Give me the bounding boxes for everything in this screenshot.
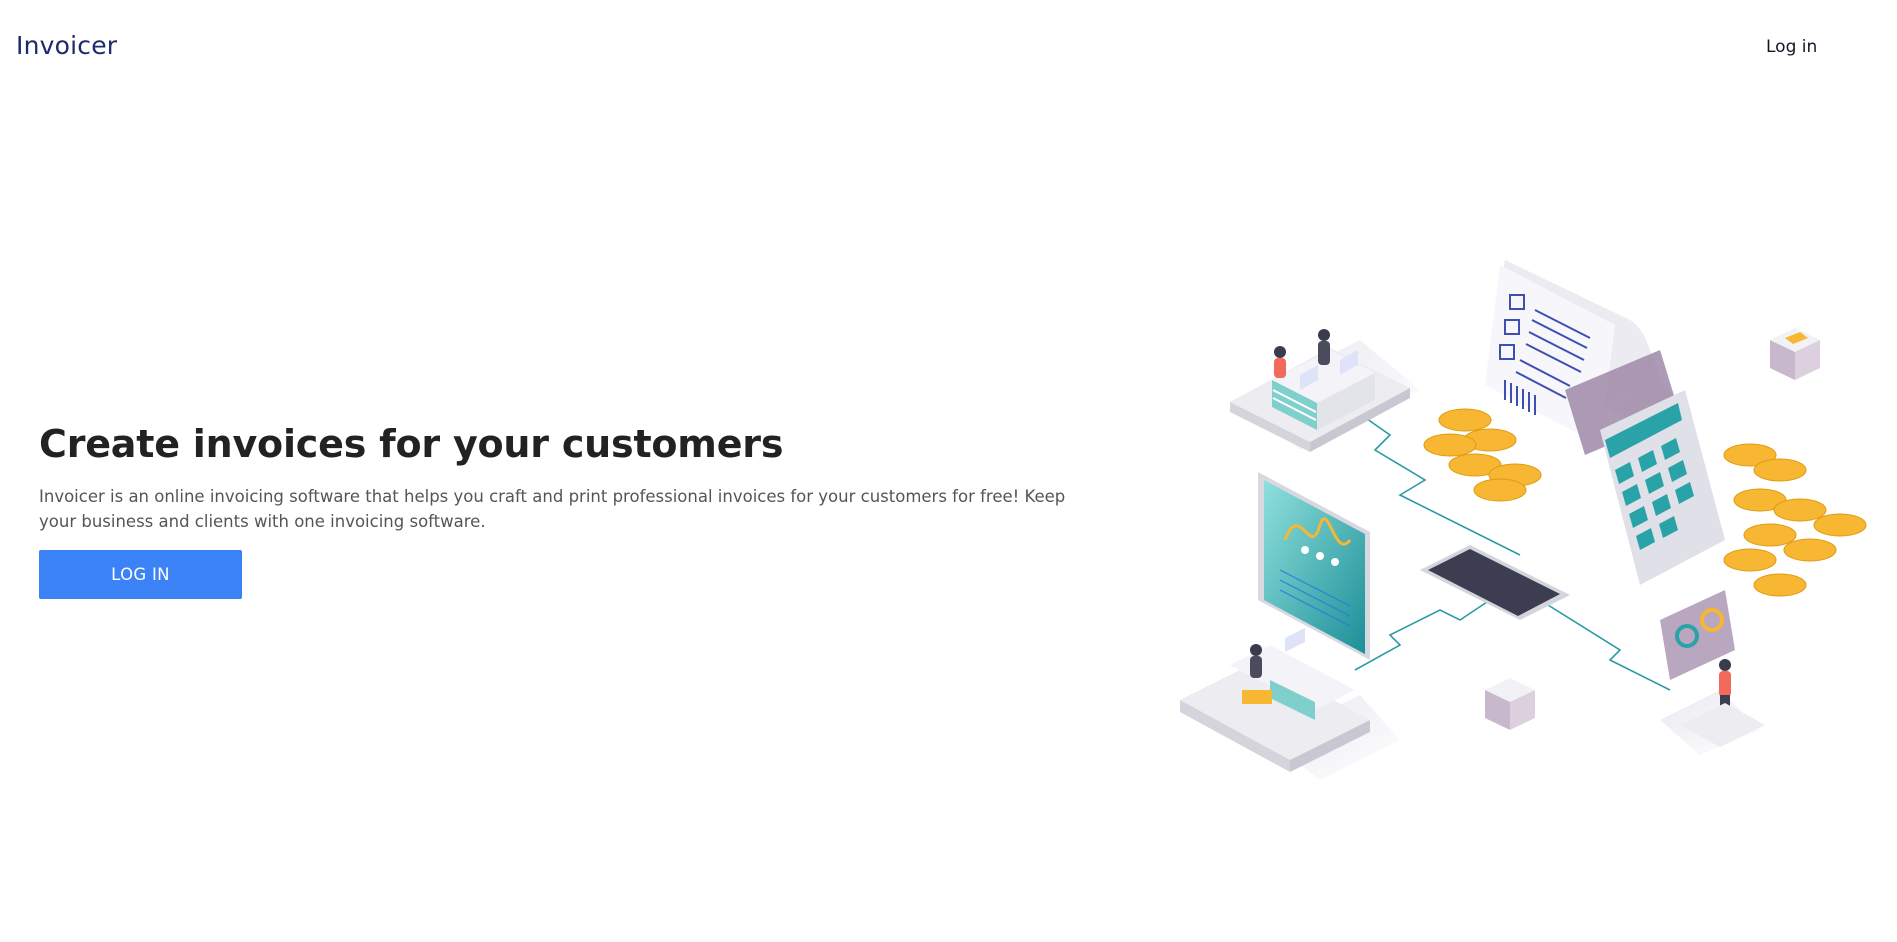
top-navbar: Invoicer Log in [0, 0, 1897, 96]
landing-page: Invoicer Log in Create invoices for your… [0, 0, 1897, 942]
invoicing-illustration: odoo [1180, 260, 1867, 780]
nav-login-link[interactable]: Log in [1766, 37, 1817, 57]
hero-title: Create invoices for your customers [39, 422, 784, 466]
analytics-monitor [1258, 472, 1370, 660]
keyboard [1420, 545, 1570, 620]
brand-logo[interactable]: Invoicer [16, 31, 117, 60]
hero-description: Invoicer is an online invoicing software… [39, 487, 1066, 531]
login-button[interactable]: LOG IN [39, 550, 242, 599]
office-desk-platform [1230, 329, 1410, 452]
